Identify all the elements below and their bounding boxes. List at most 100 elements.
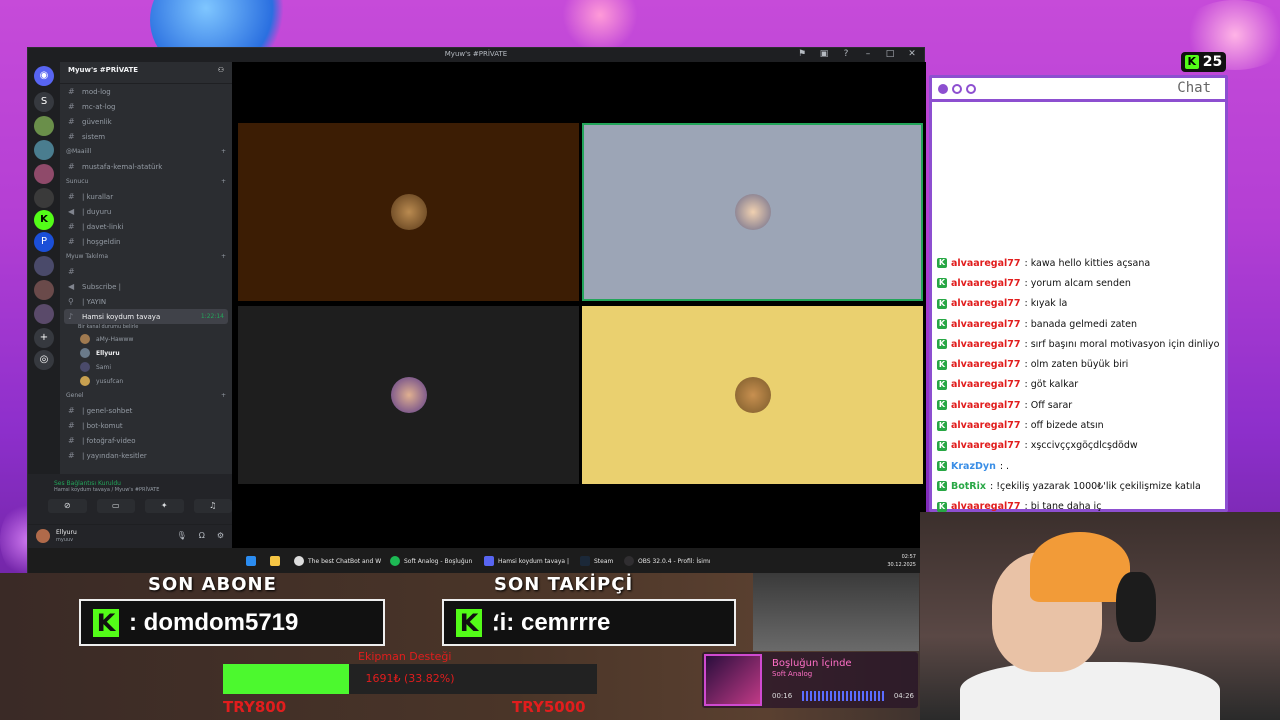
category-header[interactable]: Genel +	[60, 388, 232, 403]
chat-username[interactable]: alvaaregal77	[951, 339, 1021, 350]
voice-user[interactable]: aMy-Hawww	[60, 332, 232, 346]
chat-text: : kıyak la	[1024, 298, 1068, 310]
channel-item[interactable]: # | kurallar	[60, 189, 232, 204]
start-button[interactable]	[246, 556, 256, 566]
chat-username[interactable]: alvaaregal77	[951, 298, 1021, 309]
channel-item[interactable]: # mod-log	[60, 84, 232, 99]
server-icon[interactable]	[34, 116, 54, 136]
add-server-icon[interactable]: +	[34, 328, 54, 348]
server-icon[interactable]	[34, 188, 54, 208]
discord-home-icon[interactable]: ◉	[34, 66, 54, 86]
channel-item[interactable]: # | bot-komut	[60, 418, 232, 433]
channel-item[interactable]: # | hoşgeldin	[60, 234, 232, 249]
server-icon[interactable]: S	[34, 92, 54, 112]
server-icon[interactable]	[34, 256, 54, 276]
channel-item[interactable]: # mustafa-kemal-atatürk	[60, 159, 232, 174]
inbox-icon[interactable]: ▣	[818, 49, 830, 59]
kick-badge-icon: K	[937, 359, 947, 370]
channel-item[interactable]: # | davet-linki	[60, 219, 232, 234]
server-icon[interactable]	[34, 304, 54, 324]
avatar	[390, 377, 427, 413]
channel-label: | genel-sohbet	[82, 406, 133, 415]
category-header[interactable]: @Maaiill +	[60, 144, 232, 159]
chat-username[interactable]: alvaaregal77	[951, 319, 1021, 330]
avatar[interactable]	[36, 529, 50, 543]
minimize-button[interactable]: –	[862, 49, 874, 59]
chat-username[interactable]: alvaaregal77	[951, 258, 1021, 269]
system-clock[interactable]: 02:57 30.12.2025	[887, 553, 916, 569]
microphone-icon[interactable]: 🎙	[177, 531, 187, 540]
chat-username[interactable]: alvaaregal77	[951, 440, 1021, 451]
taskbar-app[interactable]: Hamsi koydum tavaya |	[484, 556, 569, 566]
channel-item[interactable]: # | fotoğraf-video	[60, 433, 232, 448]
channel-item[interactable]: ◀ | duyuru	[60, 204, 232, 219]
activities-button[interactable]: ✦	[145, 499, 184, 513]
chat-username[interactable]: KrazDyn	[951, 461, 996, 472]
add-channel-icon[interactable]: +	[221, 148, 226, 155]
voice-channel-status[interactable]: Bir kanal durumu belirle	[60, 324, 232, 332]
channel-item[interactable]: # güvenlik	[60, 114, 232, 129]
chat-username[interactable]: alvaaregal77	[951, 420, 1021, 431]
chat-username[interactable]: alvaaregal77	[951, 400, 1021, 411]
taskbar-app[interactable]: Soft Analog - Boşluğun	[390, 556, 472, 566]
kick-server-icon[interactable]: K	[34, 210, 54, 230]
participant-tile[interactable]	[238, 123, 579, 301]
soundboard-button[interactable]: ♫	[193, 499, 232, 513]
voice-user[interactable]: Ellyuru	[60, 346, 232, 360]
close-button[interactable]: ✕	[906, 49, 918, 59]
channel-label: Hamsi koydum tavaya	[82, 312, 161, 321]
song-total: 04:26	[893, 692, 914, 700]
server-icon[interactable]: P	[34, 232, 54, 252]
last-follower-label: SON TAKİPÇİ	[494, 574, 634, 595]
headphones-icon[interactable]: Ω	[199, 531, 205, 540]
taskbar-app[interactable]: The best ChatBot and W	[294, 556, 381, 566]
donation-current: TRY800	[223, 698, 287, 716]
add-channel-icon[interactable]: +	[221, 178, 226, 185]
pin-icon[interactable]: ⚑	[796, 49, 808, 59]
hash-icon: #	[68, 421, 75, 430]
voice-user[interactable]: Sami	[60, 360, 232, 374]
category-header[interactable]: Sunucu +	[60, 174, 232, 189]
server-icon[interactable]	[34, 280, 54, 300]
participant-tile[interactable]	[238, 306, 579, 484]
help-icon[interactable]: ?	[840, 49, 852, 59]
participant-tile[interactable]	[582, 306, 923, 484]
screen-share-button[interactable]: ▭	[96, 499, 135, 513]
chat-username[interactable]: alvaaregal77	[951, 379, 1021, 390]
channel-item[interactable]: # sistem	[60, 129, 232, 144]
channel-item[interactable]: ◀ Subscribe |	[60, 279, 232, 294]
explorer-button[interactable]	[270, 556, 280, 566]
spotify-icon	[390, 556, 400, 566]
chat-username[interactable]: alvaaregal77	[951, 278, 1021, 289]
chat-username[interactable]: alvaaregal77	[951, 359, 1021, 370]
voice-status[interactable]: Ses Bağlantısı Kuruldu	[28, 474, 232, 487]
channel-item[interactable]: ⚲ | YAYIN	[60, 294, 232, 309]
maximize-button[interactable]: □	[884, 49, 896, 59]
gear-icon[interactable]: ⚙	[217, 531, 224, 540]
hash-icon: #	[68, 267, 75, 276]
voice-channel-active[interactable]: ♪ Hamsi koydum tavaya 1:22:14	[64, 309, 228, 324]
channel-label: | bot-komut	[82, 421, 123, 430]
taskbar-app[interactable]: OBS 32.0.4 - Profil: İsimı	[624, 556, 710, 566]
channel-item[interactable]: # mc-at-log	[60, 99, 232, 114]
chat-username[interactable]: BotRix	[951, 481, 986, 492]
camera-off-button[interactable]: ⊘	[48, 499, 87, 513]
add-channel-icon[interactable]: +	[221, 253, 226, 260]
channel-label: | duyuru	[82, 207, 112, 216]
explore-icon[interactable]: ◎	[34, 350, 54, 370]
participant-tile-speaking[interactable]	[582, 123, 923, 301]
taskbar-app[interactable]: Steam	[580, 556, 613, 566]
channel-label: sistem	[82, 132, 106, 141]
channel-item[interactable]: # | yayından-kesitler	[60, 448, 232, 463]
add-channel-icon[interactable]: +	[221, 392, 226, 399]
add-member-icon[interactable]: ⚇	[218, 66, 224, 79]
voice-user[interactable]: yusufcan	[60, 374, 232, 388]
chat-username[interactable]: alvaaregal77	[951, 501, 1021, 512]
server-icon[interactable]	[34, 140, 54, 160]
song-elapsed: 00:16	[772, 692, 793, 700]
server-header[interactable]: Myuw's #PRİVATE ⚇	[60, 62, 232, 84]
channel-item[interactable]: # | genel-sohbet	[60, 403, 232, 418]
server-icon[interactable]	[34, 164, 54, 184]
channel-item[interactable]: #	[60, 264, 232, 279]
category-header[interactable]: Myuw Takılma +	[60, 249, 232, 264]
